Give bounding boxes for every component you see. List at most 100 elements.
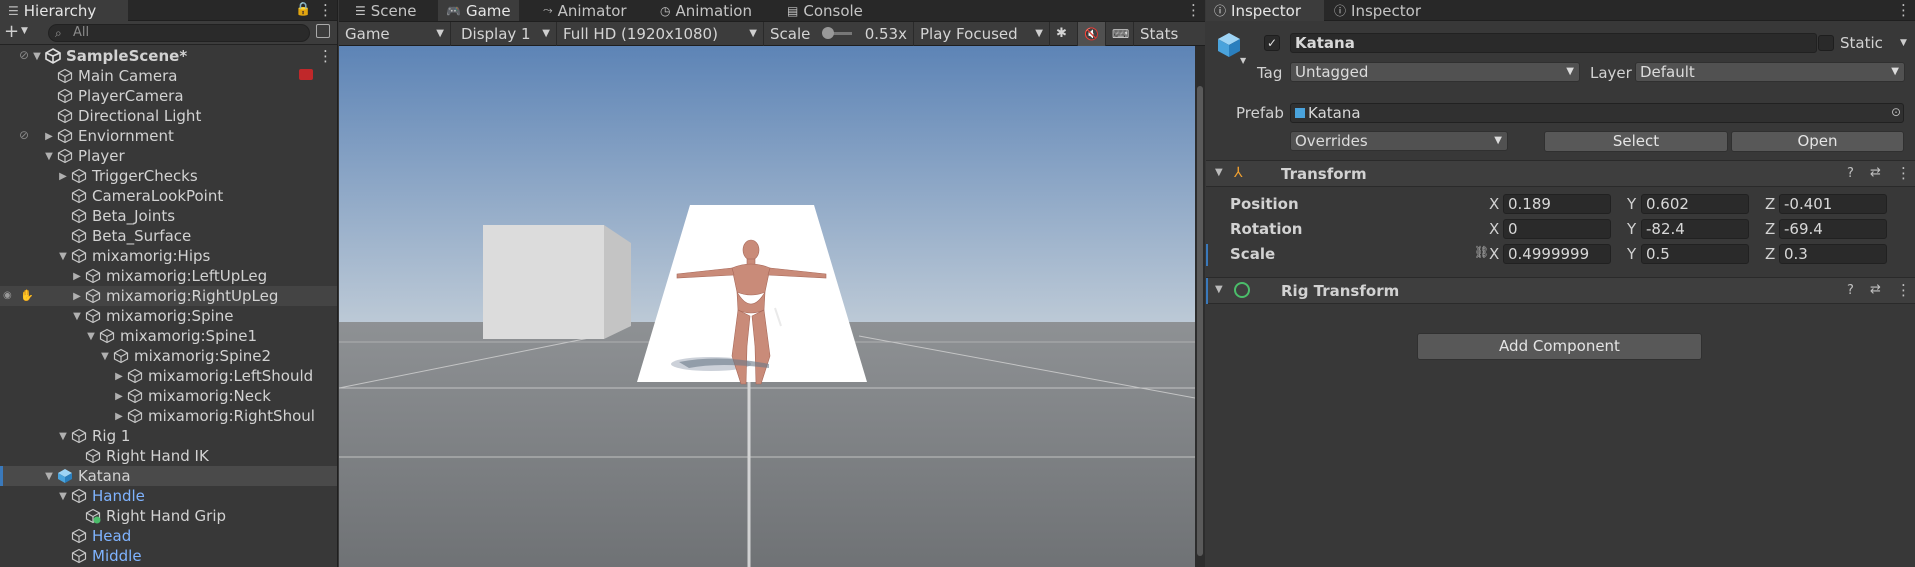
- bug-button[interactable]: ✱: [1050, 21, 1078, 46]
- axis-label-z[interactable]: Z: [1765, 220, 1775, 238]
- axis-label-y[interactable]: Y: [1627, 220, 1636, 238]
- lock-icon[interactable]: 🔒: [295, 2, 311, 17]
- kebab-menu-icon[interactable]: ⋮: [1896, 1, 1911, 19]
- tab-scene[interactable]: ☰ Scene: [347, 0, 425, 21]
- kebab-menu-icon[interactable]: ⋮: [1186, 1, 1201, 19]
- keyboard-button[interactable]: ⌨: [1106, 21, 1134, 46]
- hierarchy-search-input[interactable]: ⌕ All: [48, 24, 310, 42]
- hand-icon[interactable]: ✋: [20, 289, 34, 302]
- expanded-arrow-icon[interactable]: ▼: [56, 251, 70, 262]
- hierarchy-row[interactable]: Directional Light: [0, 106, 337, 126]
- kebab-menu-icon[interactable]: ⋮: [318, 1, 333, 19]
- object-picker-icon[interactable]: ⊙: [1891, 105, 1901, 119]
- tab-animation[interactable]: ◷ Animation: [652, 0, 760, 21]
- collapsed-arrow-icon[interactable]: ▶: [42, 131, 56, 142]
- visibility-hidden-icon[interactable]: ⊘: [19, 48, 29, 62]
- expanded-arrow-icon[interactable]: ▼: [30, 51, 44, 62]
- pick-disabled-icon[interactable]: ⊘: [19, 128, 29, 142]
- axis-label-y[interactable]: Y: [1627, 245, 1636, 263]
- expanded-arrow-icon[interactable]: ▼: [56, 431, 70, 442]
- transform-x-field[interactable]: 0: [1503, 219, 1611, 239]
- transform-y-field[interactable]: 0.602: [1641, 194, 1749, 214]
- axis-label-x[interactable]: X: [1489, 220, 1499, 238]
- chevron-down-icon[interactable]: ▼: [1240, 56, 1246, 65]
- unlink-scale-icon[interactable]: ⛓: [1474, 245, 1489, 259]
- axis-label-x[interactable]: X: [1489, 195, 1499, 213]
- hierarchy-row[interactable]: Main Camera: [0, 66, 337, 86]
- mute-audio-button[interactable]: 🔇: [1078, 21, 1106, 46]
- vertical-scrollbar[interactable]: [1195, 46, 1205, 567]
- hierarchy-row[interactable]: ▶ mixamorig:Neck: [0, 386, 337, 406]
- transform-z-field[interactable]: 0.3: [1779, 244, 1887, 264]
- tab-inspector-2[interactable]: ⓘ Inspector: [1326, 0, 1444, 21]
- transform-y-field[interactable]: -82.4: [1641, 219, 1749, 239]
- scrollbar-thumb[interactable]: [1197, 86, 1203, 556]
- add-component-button[interactable]: Add Component: [1417, 333, 1702, 360]
- preset-icon[interactable]: ⇄: [1870, 282, 1881, 297]
- tab-inspector-1[interactable]: ⓘ Inspector: [1206, 0, 1324, 21]
- tab-game[interactable]: 🎮 Game: [438, 0, 519, 21]
- collapsed-arrow-icon[interactable]: ▶: [70, 291, 84, 302]
- scene-menu-icon[interactable]: ⋮: [318, 47, 333, 65]
- layer-dropdown[interactable]: Default ▼: [1635, 62, 1905, 82]
- hierarchy-row[interactable]: ▶ TriggerChecks: [0, 166, 337, 186]
- display-dropdown[interactable]: Display 1 ▼: [455, 21, 557, 46]
- hierarchy-row[interactable]: ▼ Katana: [0, 466, 337, 486]
- expanded-arrow-icon[interactable]: ▼: [70, 311, 84, 322]
- hierarchy-row[interactable]: ▶ mixamorig:LeftShould: [0, 366, 337, 386]
- static-checkbox[interactable]: [1818, 35, 1834, 51]
- hierarchy-row[interactable]: ▼ Player: [0, 146, 337, 166]
- hierarchy-row[interactable]: ▶ Enviornment: [0, 126, 337, 146]
- axis-label-z[interactable]: Z: [1765, 195, 1775, 213]
- tab-animator[interactable]: ⤳ Animator: [535, 0, 635, 21]
- kebab-menu-icon[interactable]: ⋮: [1896, 281, 1911, 299]
- axis-label-x[interactable]: X: [1489, 245, 1499, 263]
- search-options-icon[interactable]: [316, 24, 330, 38]
- hierarchy-row[interactable]: CameraLookPoint: [0, 186, 337, 206]
- expanded-arrow-icon[interactable]: ▼: [84, 331, 98, 342]
- prefab-field[interactable]: Katana: [1290, 103, 1904, 123]
- collapsed-arrow-icon[interactable]: ▶: [112, 411, 126, 422]
- stats-button[interactable]: Stats: [1134, 22, 1182, 46]
- collapsed-arrow-icon[interactable]: ▶: [56, 171, 70, 182]
- hierarchy-row[interactable]: ▼ mixamorig:Spine2: [0, 346, 337, 366]
- chevron-down-icon[interactable]: ▼: [21, 26, 28, 36]
- expanded-arrow-icon[interactable]: ▼: [42, 471, 56, 482]
- transform-header[interactable]: ▼ ⅄ Transform ? ⇄ ⋮: [1206, 160, 1915, 187]
- tab-hierarchy[interactable]: ☰ Hierarchy: [0, 0, 128, 21]
- overrides-dropdown[interactable]: Overrides ▼: [1290, 131, 1508, 151]
- resolution-dropdown[interactable]: Full HD (1920x1080) ▼: [557, 21, 764, 46]
- hierarchy-row[interactable]: Beta_Surface: [0, 226, 337, 246]
- hierarchy-row[interactable]: Right Hand Grip: [0, 506, 337, 526]
- hierarchy-row[interactable]: ▼ SampleScene*: [0, 46, 337, 66]
- transform-y-field[interactable]: 0.5: [1641, 244, 1749, 264]
- transform-x-field[interactable]: 0.4999999: [1503, 244, 1611, 264]
- hierarchy-row[interactable]: ▼ mixamorig:Spine1: [0, 326, 337, 346]
- hierarchy-row[interactable]: Middle: [0, 546, 337, 566]
- open-button[interactable]: Open: [1731, 131, 1904, 152]
- hierarchy-row[interactable]: ▼ Rig 1: [0, 426, 337, 446]
- add-icon[interactable]: +: [4, 21, 19, 42]
- preset-icon[interactable]: ⇄: [1870, 165, 1881, 180]
- object-name-field[interactable]: Katana: [1290, 33, 1817, 53]
- view-mode-dropdown[interactable]: Game ▼: [339, 21, 451, 46]
- hierarchy-row[interactable]: ▼ mixamorig:Spine: [0, 306, 337, 326]
- collapsed-arrow-icon[interactable]: ▶: [112, 371, 126, 382]
- game-viewport[interactable]: [339, 46, 1195, 567]
- axis-label-z[interactable]: Z: [1765, 245, 1775, 263]
- expanded-arrow-icon[interactable]: ▼: [42, 151, 56, 162]
- select-button[interactable]: Select: [1544, 131, 1728, 152]
- rig-transform-header[interactable]: ▼ Rig Transform ? ⇄ ⋮: [1206, 277, 1915, 304]
- hierarchy-row[interactable]: ▼ mixamorig:Hips: [0, 246, 337, 266]
- transform-z-field[interactable]: -69.4: [1779, 219, 1887, 239]
- eye-icon[interactable]: ◉: [3, 290, 12, 301]
- kebab-menu-icon[interactable]: ⋮: [1896, 164, 1911, 182]
- axis-label-y[interactable]: Y: [1627, 195, 1636, 213]
- expanded-arrow-icon[interactable]: ▼: [56, 491, 70, 502]
- hierarchy-row[interactable]: Beta_Joints: [0, 206, 337, 226]
- hierarchy-row[interactable]: Head: [0, 526, 337, 546]
- hierarchy-row[interactable]: ▶ mixamorig:LeftUpLeg: [0, 266, 337, 286]
- tag-dropdown[interactable]: Untagged ▼: [1290, 62, 1580, 82]
- scale-control[interactable]: Scale 0.53x: [764, 21, 914, 46]
- tab-console[interactable]: ▤ Console: [779, 0, 871, 21]
